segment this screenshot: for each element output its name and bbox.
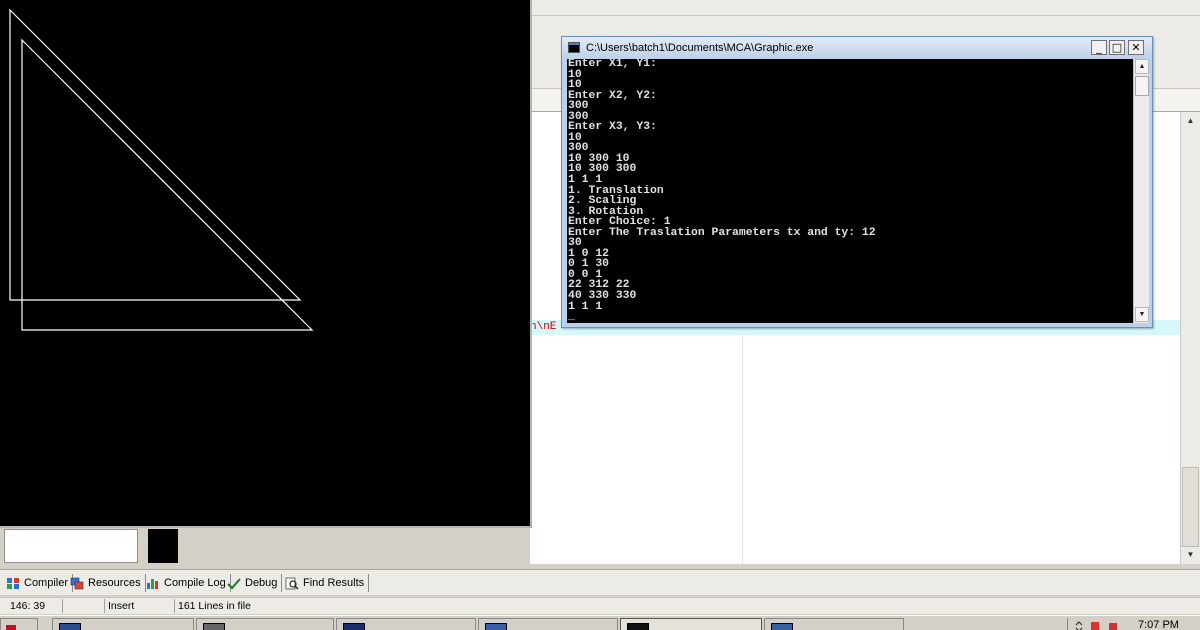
compile-log-icon <box>146 577 160 590</box>
taskbar-button-3[interactable] <box>336 618 476 630</box>
app-window-icon <box>771 623 793 630</box>
scroll-up-arrow-icon[interactable]: ▲ <box>1184 114 1197 127</box>
taskbar: 7:07 PM <box>0 615 1200 630</box>
console-output[interactable]: Enter X1, Y1: 10 10 Enter X2, Y2: 300 30… <box>567 59 1133 323</box>
dev-cpp-icon <box>343 623 365 630</box>
debug-check-icon <box>227 577 241 590</box>
start-button[interactable] <box>0 618 38 630</box>
tab-label: Compile Log <box>164 577 226 589</box>
tab-label: Resources <box>88 577 141 589</box>
resources-icon <box>70 577 84 590</box>
taskbar-button-6[interactable] <box>764 618 904 630</box>
translated-triangle <box>21 38 314 331</box>
console-app-icon <box>568 42 580 53</box>
taskbar-button-1[interactable] <box>52 618 194 630</box>
graphics-output-window <box>0 0 532 528</box>
windows-logo-icon <box>6 625 16 630</box>
tray-arrows-icon[interactable] <box>1074 621 1084 630</box>
ide-menu-divider <box>530 15 1200 16</box>
minimize-button[interactable]: _ <box>1091 40 1107 55</box>
console-icon <box>627 623 649 630</box>
editor-scrollbar[interactable]: ▲ ▼ <box>1180 112 1200 564</box>
tab-label: Debug <box>245 577 278 589</box>
tab-label: Compiler <box>24 577 69 589</box>
editor-divider <box>742 334 743 564</box>
tab-label: Find Results <box>303 577 365 589</box>
edit-mode: Insert <box>105 599 175 613</box>
system-tray: 7:07 PM <box>1067 618 1200 630</box>
console-scroll-down-icon[interactable]: ▼ <box>1135 307 1149 322</box>
project-browser-panel[interactable] <box>4 529 138 563</box>
console-scrollbar[interactable]: ▲ ▼ <box>1133 59 1149 323</box>
compiler-icon <box>6 577 20 590</box>
cursor-position: 146: 39 <box>7 599 63 613</box>
console-titlebar[interactable]: C:\Users\batch1\Documents\MCA\Graphic.ex… <box>562 37 1152 59</box>
maximize-button[interactable]: □ <box>1109 40 1125 55</box>
tab-find-results[interactable]: Find Results <box>285 574 370 592</box>
app-window-icon <box>203 623 225 630</box>
console-scroll-thumb[interactable] <box>1135 76 1149 96</box>
tray-alert-icon[interactable] <box>1090 621 1100 630</box>
document-icon <box>485 623 507 630</box>
line-count: 161 Lines in file <box>178 600 251 612</box>
tab-compile-log[interactable]: Compile Log <box>146 574 231 592</box>
status-spacer <box>63 599 105 613</box>
app-window-icon <box>59 623 81 630</box>
console-title: C:\Users\batch1\Documents\MCA\Graphic.ex… <box>586 42 814 54</box>
clock[interactable]: 7:07 PM <box>1138 619 1179 630</box>
code-fragment: n\nE <box>530 321 557 333</box>
editor-scroll-thumb[interactable] <box>1182 467 1199 547</box>
desktop: n\nE ▲ ▼ C:\Users\batch1\Documents\MCA\G… <box>0 0 1200 630</box>
taskbar-button-console[interactable] <box>620 618 762 630</box>
tab-debug[interactable]: Debug <box>227 574 283 592</box>
tray-network-icon[interactable] <box>1108 621 1118 630</box>
taskbar-button-4[interactable] <box>478 618 618 630</box>
tab-resources[interactable]: Resources <box>70 574 146 592</box>
status-bar: 146: 39 Insert 161 Lines in file <box>0 597 1200 614</box>
bottom-panel-tabs: Compiler Resources Compile Log Debug Fin… <box>0 569 1200 595</box>
minimized-console-preview[interactable] <box>148 529 178 563</box>
close-button[interactable]: ✕ <box>1128 40 1144 55</box>
console-scroll-up-icon[interactable]: ▲ <box>1135 59 1149 74</box>
console-output-text: Enter X1, Y1: 10 10 Enter X2, Y2: 300 30… <box>568 59 876 323</box>
scroll-down-arrow-icon[interactable]: ▼ <box>1184 548 1197 561</box>
taskbar-button-2[interactable] <box>196 618 334 630</box>
tab-compiler[interactable]: Compiler <box>6 574 74 592</box>
project-panel-area <box>0 527 530 565</box>
find-results-icon <box>285 577 299 590</box>
original-triangle <box>9 8 302 301</box>
console-window[interactable]: C:\Users\batch1\Documents\MCA\Graphic.ex… <box>561 36 1153 328</box>
graphics-canvas <box>9 8 314 331</box>
